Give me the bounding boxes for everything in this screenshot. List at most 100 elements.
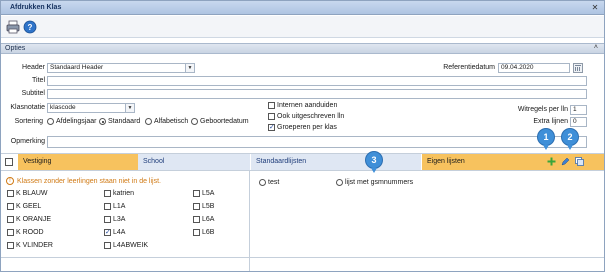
column-divider	[249, 171, 250, 271]
sort-standaard-radio[interactable]: Standaard	[99, 118, 140, 125]
help-icon[interactable]: ?	[23, 20, 37, 34]
sort-alfabetisch-radio[interactable]: Alfabetisch	[145, 118, 188, 125]
klasnotatie-label: Klasnotatie	[10, 104, 45, 111]
checkbox[interactable]	[193, 229, 200, 236]
klasnotatie-select[interactable]: klascode ▼	[47, 103, 135, 113]
extra-lijnen-input[interactable]: 0	[570, 117, 587, 127]
class-label: L4ABWEIK	[113, 242, 149, 249]
window-title: Afdrukken Klas	[10, 4, 62, 11]
opties-section-header[interactable]: Opties ˄	[1, 43, 604, 54]
referentiedatum-value: 09.04.2020	[501, 64, 534, 71]
chevron-down-icon: ▼	[125, 104, 134, 112]
tab-school[interactable]: School	[138, 154, 250, 170]
witregels-label: Witregels per lln	[517, 106, 568, 113]
class-checkbox[interactable]: L1A	[104, 203, 125, 210]
printer-icon[interactable]	[6, 20, 20, 34]
referentiedatum-field[interactable]: 09.04.2020	[498, 63, 570, 73]
sort-option-label: Afdelingsjaar	[56, 118, 97, 125]
calendar-icon[interactable]	[573, 63, 583, 73]
edit-icon[interactable]	[561, 157, 570, 166]
tab-vestiging[interactable]: Vestiging	[18, 154, 138, 170]
collapse-icon[interactable]: ˄	[594, 44, 598, 51]
checkbox[interactable]	[268, 123, 275, 131]
checkbox[interactable]	[7, 242, 14, 249]
standaardlijst-radio[interactable]: lijst met gsmnummers	[336, 179, 413, 186]
opmerking-label: Opmerking	[10, 138, 45, 145]
class-checkbox[interactable]: K BLAUW	[7, 190, 48, 197]
copy-icon[interactable]	[575, 157, 584, 166]
checkbox[interactable]	[104, 228, 111, 236]
checkbox[interactable]	[7, 216, 14, 223]
groeperen-per-klas-checkbox[interactable]: Groeperen per klas	[268, 123, 337, 131]
class-label: K GEEL	[16, 203, 42, 210]
callout-tail	[543, 145, 549, 150]
class-label: L5A	[202, 190, 215, 197]
warning-message: ! Klassen zonder leerlingen staan niet i…	[6, 177, 161, 185]
internen-aanduiden-checkbox[interactable]: Internen aanduiden	[268, 102, 337, 109]
radio-button[interactable]	[336, 179, 343, 186]
callout-badge-2: 2	[562, 129, 578, 145]
title-bar: Afdrukken Klas ✕	[1, 1, 604, 15]
class-label: katrien	[113, 190, 135, 197]
class-label: K BLAUW	[16, 190, 48, 197]
witregels-input[interactable]: 1	[570, 105, 587, 115]
callout-badge-3: 3	[366, 152, 382, 168]
standaardlijst-label: test	[268, 179, 280, 186]
sortering-label: Sortering	[14, 118, 43, 125]
sort-afdelingsjaar-radio[interactable]: Afdelingsjaar	[47, 118, 96, 125]
radio-button[interactable]	[145, 118, 152, 125]
class-label: L6A	[202, 216, 215, 223]
class-checkbox[interactable]: K ROOD	[7, 229, 44, 236]
subtitel-input[interactable]	[47, 89, 587, 99]
bottom-divider	[1, 257, 604, 258]
checkbox[interactable]	[7, 190, 14, 197]
class-label: K ROOD	[16, 229, 44, 236]
header-value: Standaard Header	[50, 64, 104, 71]
header-select[interactable]: Standaard Header ▼	[47, 63, 195, 73]
sort-geboortedatum-radio[interactable]: Geboortedatum	[191, 118, 249, 125]
class-label: L4A	[113, 229, 126, 236]
checkbox[interactable]	[104, 190, 111, 197]
checkbox[interactable]	[7, 203, 14, 210]
close-icon[interactable]: ✕	[590, 3, 600, 13]
checkbox[interactable]	[268, 102, 275, 109]
sort-option-label: Standaard	[108, 118, 141, 125]
checkbox[interactable]	[193, 203, 200, 210]
opmerking-input[interactable]	[47, 136, 587, 148]
checkbox[interactable]	[7, 229, 14, 236]
tab-standaardlijsten[interactable]: Standaardlijsten	[251, 154, 421, 170]
class-checkbox[interactable]: katrien	[104, 190, 134, 197]
ook-uitgeschreven-checkbox[interactable]: Ook uitgeschreven lln	[268, 113, 344, 120]
class-checkbox[interactable]: L4ABWEIK	[104, 242, 148, 249]
radio-button[interactable]	[191, 118, 198, 125]
class-label: L5B	[202, 203, 215, 210]
class-checkbox[interactable]: K ORANJE	[7, 216, 51, 223]
checkbox[interactable]	[104, 203, 111, 210]
titel-input[interactable]	[47, 76, 587, 86]
class-checkbox[interactable]: L6A	[193, 216, 214, 223]
class-label: L1A	[113, 203, 126, 210]
class-checkbox[interactable]: L6B	[193, 229, 214, 236]
print-class-window: Afdrukken Klas ✕ ? Opties ˄ Header Stand…	[0, 0, 605, 272]
class-checkbox[interactable]: L4A	[104, 228, 126, 236]
add-icon[interactable]	[547, 157, 556, 166]
radio-button[interactable]	[47, 118, 54, 125]
class-checkbox[interactable]: L5B	[193, 203, 214, 210]
radio-button[interactable]	[99, 118, 106, 125]
checkbox[interactable]	[104, 242, 111, 249]
class-checkbox[interactable]: L5A	[193, 190, 214, 197]
standaardlijst-radio[interactable]: test	[259, 179, 279, 186]
referentiedatum-label: Referentiedatum	[443, 64, 495, 71]
radio-button[interactable]	[259, 179, 266, 186]
standaardlijst-label: lijst met gsmnummers	[345, 179, 414, 186]
class-checkbox[interactable]: K VLINDER	[7, 242, 53, 249]
select-all-checkbox[interactable]	[5, 158, 13, 166]
checkbox[interactable]	[268, 113, 275, 120]
class-checkbox[interactable]: K GEEL	[7, 203, 41, 210]
checkbox[interactable]	[193, 216, 200, 223]
checkbox[interactable]	[193, 190, 200, 197]
sort-option-label: Alfabetisch	[154, 118, 189, 125]
extra-lijnen-value: 0	[573, 118, 577, 125]
class-checkbox[interactable]: L3A	[104, 216, 125, 223]
checkbox[interactable]	[104, 216, 111, 223]
